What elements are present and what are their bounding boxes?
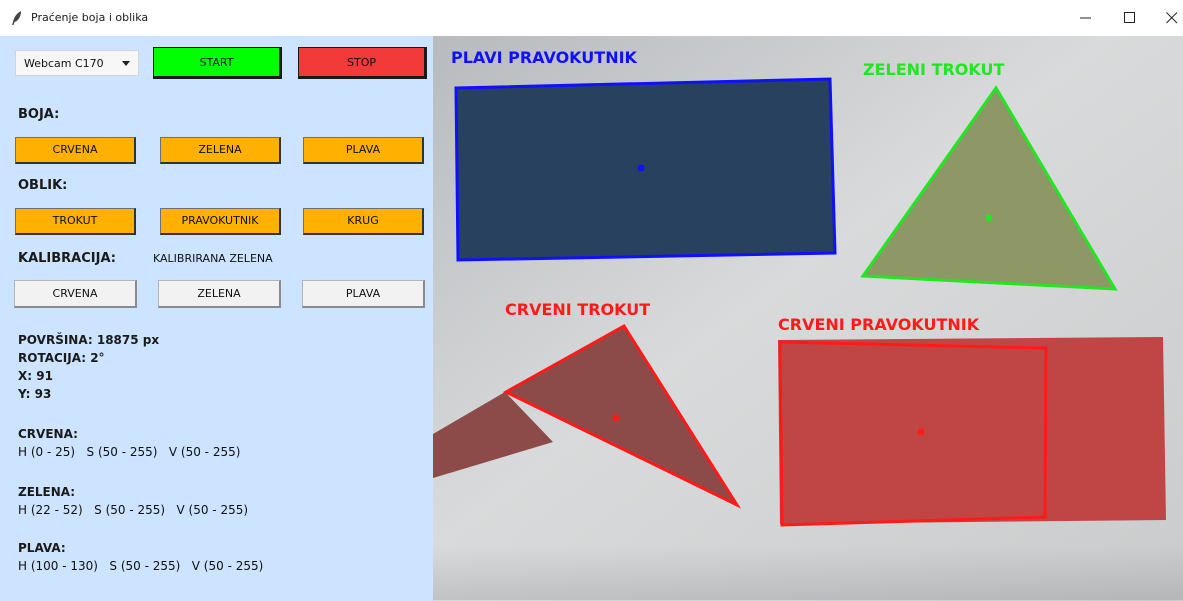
color-blue-button[interactable]: PLAVA (303, 137, 424, 164)
red-rectangle-paper (778, 337, 1166, 524)
chevron-down-icon (122, 61, 130, 66)
calibrate-green-button[interactable]: ZELENA (158, 280, 281, 308)
red-rectangle-label: CRVENI PRAVOKUTNIK (778, 315, 980, 334)
y-readout: Y: 93 (18, 387, 52, 401)
start-button[interactable]: START (153, 47, 282, 79)
feather-icon (12, 11, 21, 25)
camera-frame: PLAVI PRAVOKUTNIK ZELENI TROKUT CRVENI T… (433, 36, 1183, 601)
green-centroid (985, 214, 993, 222)
color-green-button[interactable]: ZELENA (160, 137, 281, 164)
minimize-icon (1080, 17, 1091, 19)
red-rectangle-centroid (917, 428, 925, 436)
rotation-readout: ROTACIJA: 2° (18, 351, 105, 365)
camera-feed: PLAVI PRAVOKUTNIK ZELENI TROKUT CRVENI T… (433, 36, 1183, 601)
color-heading: BOJA: (18, 107, 60, 122)
minimize-button[interactable] (1066, 0, 1106, 36)
blue-centroid (637, 164, 645, 172)
camera-select-value: Webcam C170 (24, 57, 104, 70)
window-title: Praćenje boja i oblika (31, 11, 149, 24)
hsv-red-range: H (0 - 25) S (50 - 255) V (50 - 255) (18, 445, 241, 459)
calibration-status: KALIBRIRANA ZELENA (153, 252, 273, 265)
control-panel: Webcam C170 START STOP BOJA: CRVENA ZELE… (0, 36, 433, 601)
hsv-blue-range: H (100 - 130) S (50 - 255) V (50 - 255) (18, 559, 264, 573)
close-button[interactable] (1152, 0, 1183, 36)
shape-circle-button[interactable]: KRUG (303, 208, 424, 235)
calibrate-red-button[interactable]: CRVENA (14, 280, 137, 308)
hsv-green-range: H (22 - 52) S (50 - 255) V (50 - 255) (18, 503, 249, 517)
red-triangle-label: CRVENI TROKUT (505, 300, 650, 319)
hsv-blue-title: PLAVA: (18, 541, 66, 555)
maximize-button[interactable] (1110, 0, 1150, 36)
maximize-icon (1124, 12, 1135, 23)
hsv-red-title: CRVENA: (18, 427, 78, 441)
shape-heading: OBLIK: (18, 178, 68, 193)
shape-triangle-button[interactable]: TROKUT (15, 208, 136, 235)
calibration-heading: KALIBRACIJA: (18, 251, 116, 266)
green-shape-label: ZELENI TROKUT (863, 60, 1005, 79)
shadow-bottom (433, 545, 1183, 600)
color-red-button[interactable]: CRVENA (15, 137, 136, 164)
stop-button[interactable]: STOP (298, 47, 427, 79)
shape-rectangle-button[interactable]: PRAVOKUTNIK (160, 208, 281, 235)
title-bar: Praćenje boja i oblika (0, 0, 1183, 36)
close-icon (1166, 12, 1178, 24)
red-triangle-centroid (612, 414, 620, 422)
hsv-green-title: ZELENA: (18, 485, 76, 499)
camera-select[interactable]: Webcam C170 (15, 50, 139, 76)
area-readout: POVRŠINA: 18875 px (18, 333, 160, 347)
x-readout: X: 91 (18, 369, 53, 383)
blue-paper (456, 79, 835, 260)
blue-shape-label: PLAVI PRAVOKUTNIK (451, 48, 638, 67)
calibrate-blue-button[interactable]: PLAVA (302, 280, 425, 308)
